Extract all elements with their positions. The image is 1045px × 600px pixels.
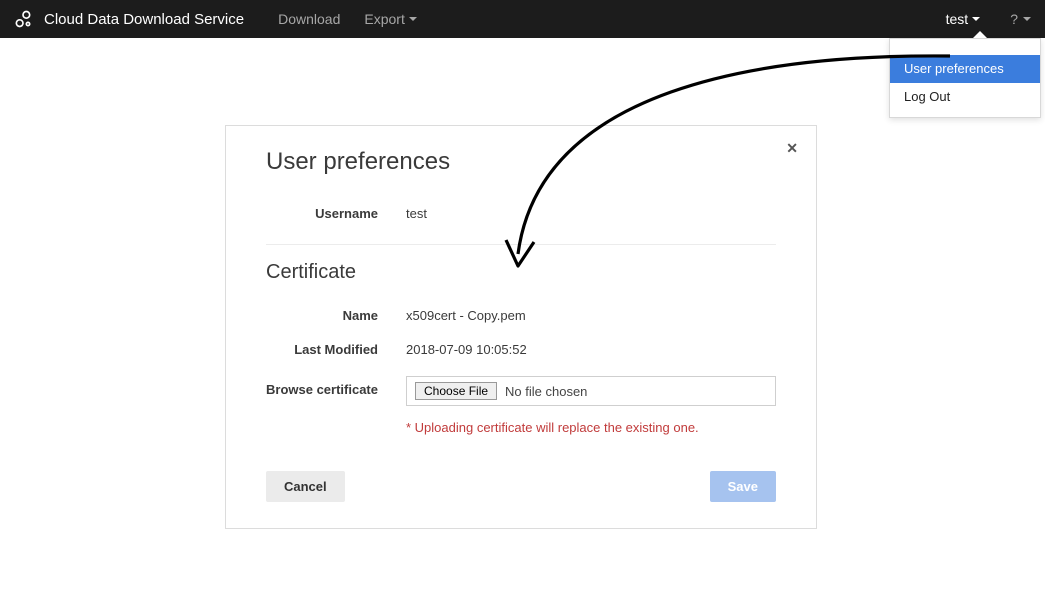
row-cert-name: Name x509cert - Copy.pem [266,298,776,332]
cert-name-value: x509cert - Copy.pem [406,308,526,323]
chevron-down-icon [409,17,417,21]
cert-name-label: Name [266,308,406,323]
upload-hint: * Uploading certificate will replace the… [406,420,776,435]
nav-export[interactable]: Export [352,0,428,38]
modal-title: User preferences [266,148,776,176]
close-icon[interactable]: ✕ [786,140,798,157]
row-browse-certificate: Browse certificate Choose File No file c… [266,372,776,410]
cancel-button[interactable]: Cancel [266,471,345,502]
help-icon-label: ? [1010,11,1018,27]
chevron-down-icon [1023,17,1031,21]
choose-file-button[interactable]: Choose File [415,382,497,400]
dropdown-item-label: User preferences [904,61,1004,76]
row-last-modified: Last Modified 2018-07-09 10:05:52 [266,332,776,366]
file-input[interactable]: Choose File No file chosen [406,376,776,406]
app-logo-icon [12,8,34,30]
dropdown-log-out[interactable]: Log Out [890,83,1040,111]
app-title: Cloud Data Download Service [44,11,244,28]
navbar: Cloud Data Download Service Download Exp… [0,0,1045,38]
username-label: Username [266,206,406,221]
username-value: test [406,206,427,221]
help-menu-trigger[interactable]: ? [996,0,1045,38]
user-dropdown: User preferences Log Out [889,38,1041,118]
row-username: Username test [266,196,776,230]
dropdown-item-label: Log Out [904,89,950,104]
nav-download-label: Download [278,0,340,38]
user-menu-label: test [946,0,969,38]
last-modified-value: 2018-07-09 10:05:52 [406,342,527,357]
dropdown-user-preferences[interactable]: User preferences [890,55,1040,83]
certificate-section-title: Certificate [266,261,776,284]
user-preferences-modal: ✕ User preferences Username test Certifi… [225,125,817,529]
nav-download[interactable]: Download [266,0,352,38]
save-button[interactable]: Save [710,471,776,502]
chevron-down-icon [972,17,980,21]
last-modified-label: Last Modified [266,342,406,357]
divider [266,244,776,245]
nav-export-label: Export [364,0,404,38]
browse-certificate-label: Browse certificate [266,376,406,397]
modal-button-row: Cancel Save [266,471,776,502]
dropdown-pointer-icon [973,31,987,38]
file-status-text: No file chosen [505,384,587,399]
